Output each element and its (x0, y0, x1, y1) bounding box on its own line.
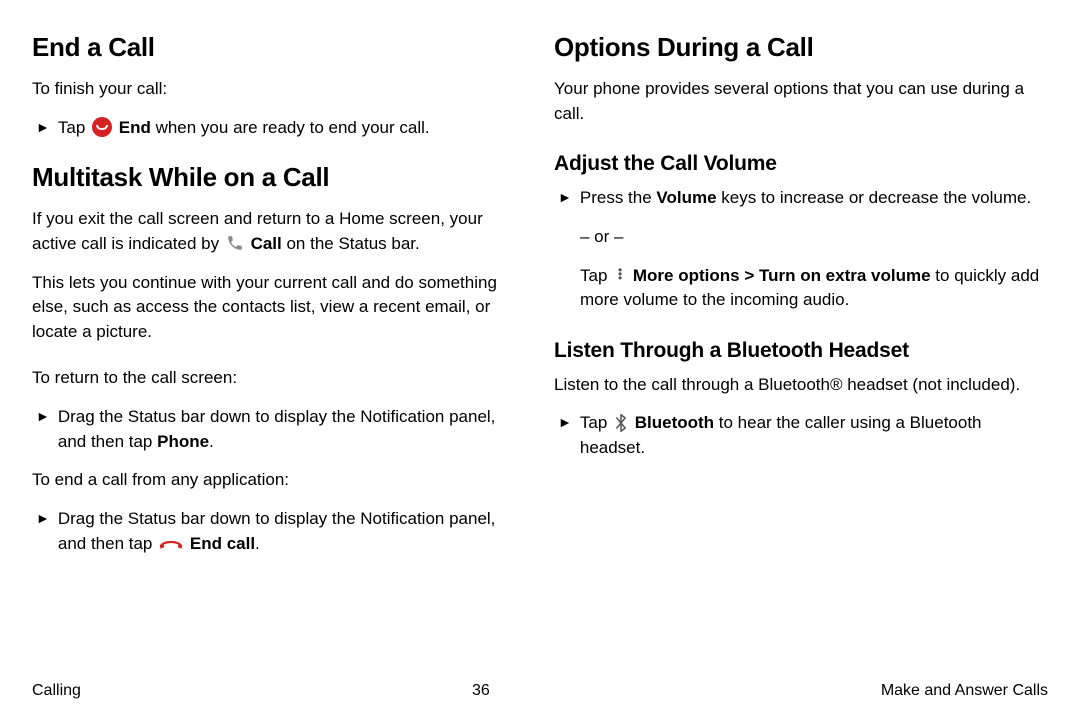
bluetooth-icon (614, 413, 628, 433)
bullet-tap-bluetooth: ► Tap Bluetooth to hear the caller using… (554, 411, 1048, 460)
end-call-handset-icon (159, 536, 183, 551)
left-column: End a Call To finish your call: ► Tap En… (32, 32, 526, 650)
heading-end-a-call: End a Call (32, 32, 526, 63)
heading-options: Options During a Call (554, 32, 1048, 63)
text: . (255, 534, 260, 553)
text-more-options: Tap ••• More options > Turn on extra vol… (580, 264, 1048, 313)
text-bt-intro: Listen to the call through a Bluetooth® … (554, 373, 1048, 398)
heading-multitask: Multitask While on a Call (32, 162, 526, 193)
text-to-return: To return to the call screen: (32, 366, 526, 391)
text: keys to increase or decrease the volume. (717, 188, 1032, 207)
text-phone-bold: Phone (157, 432, 209, 451)
footer-right: Make and Answer Calls (881, 682, 1048, 700)
bullet-marker: ► (36, 507, 50, 531)
text-bt-bold: Bluetooth (635, 413, 714, 432)
text-exit-call: If you exit the call screen and return t… (32, 207, 526, 256)
more-options-icon: ••• (614, 268, 626, 281)
text-lets-you: This lets you continue with your current… (32, 271, 526, 345)
text-end-any-app: To end a call from any application: (32, 468, 526, 493)
bullet-content: Drag the Status bar down to display the … (58, 405, 526, 454)
phone-handset-icon (226, 234, 244, 252)
heading-adjust-volume: Adjust the Call Volume (554, 152, 1048, 176)
text-end-bold: End (119, 118, 151, 137)
text-options-intro: Your phone provides several options that… (554, 77, 1048, 126)
text: Tap (580, 413, 612, 432)
bullet-drag-phone: ► Drag the Status bar down to display th… (32, 405, 526, 454)
text-to-finish: To finish your call: (32, 77, 526, 102)
text-call-bold: Call (251, 234, 282, 253)
text: Tap (58, 118, 90, 137)
text: when you are ready to end your call. (151, 118, 430, 137)
bullet-marker: ► (36, 405, 50, 429)
text-endcall-bold: End call (190, 534, 255, 553)
bullet-content: Tap Bluetooth to hear the caller using a… (580, 411, 1048, 460)
text: . (209, 432, 214, 451)
text: Drag the Status bar down to display the … (58, 407, 496, 451)
bullet-content: Press the Volume keys to increase or dec… (580, 186, 1048, 211)
text-or: – or – (580, 225, 1048, 250)
text-more-bold: More options > Turn on extra volume (633, 266, 931, 285)
end-call-red-circle-icon (92, 117, 112, 137)
text: on the Status bar. (282, 234, 420, 253)
page-footer: Calling 36 Make and Answer Calls (0, 682, 1080, 700)
bullet-marker: ► (558, 186, 572, 210)
bullet-content: Drag the Status bar down to display the … (58, 507, 526, 556)
bullet-drag-endcall: ► Drag the Status bar down to display th… (32, 507, 526, 556)
bullet-volume-keys: ► Press the Volume keys to increase or d… (554, 186, 1048, 211)
heading-bluetooth: Listen Through a Bluetooth Headset (554, 339, 1048, 363)
right-column: Options During a Call Your phone provide… (554, 32, 1048, 650)
footer-left: Calling (32, 682, 81, 700)
text: Tap (580, 266, 612, 285)
footer-page-number: 36 (472, 682, 490, 700)
bullet-content: Tap End when you are ready to end your c… (58, 116, 526, 141)
text: Drag the Status bar down to display the … (58, 509, 496, 553)
page: End a Call To finish your call: ► Tap En… (0, 0, 1080, 720)
text-volume-bold: Volume (656, 188, 716, 207)
bullet-tap-end: ► Tap End when you are ready to end your… (32, 116, 526, 141)
text: Press the (580, 188, 657, 207)
bullet-marker: ► (36, 116, 50, 140)
bullet-marker: ► (558, 411, 572, 435)
